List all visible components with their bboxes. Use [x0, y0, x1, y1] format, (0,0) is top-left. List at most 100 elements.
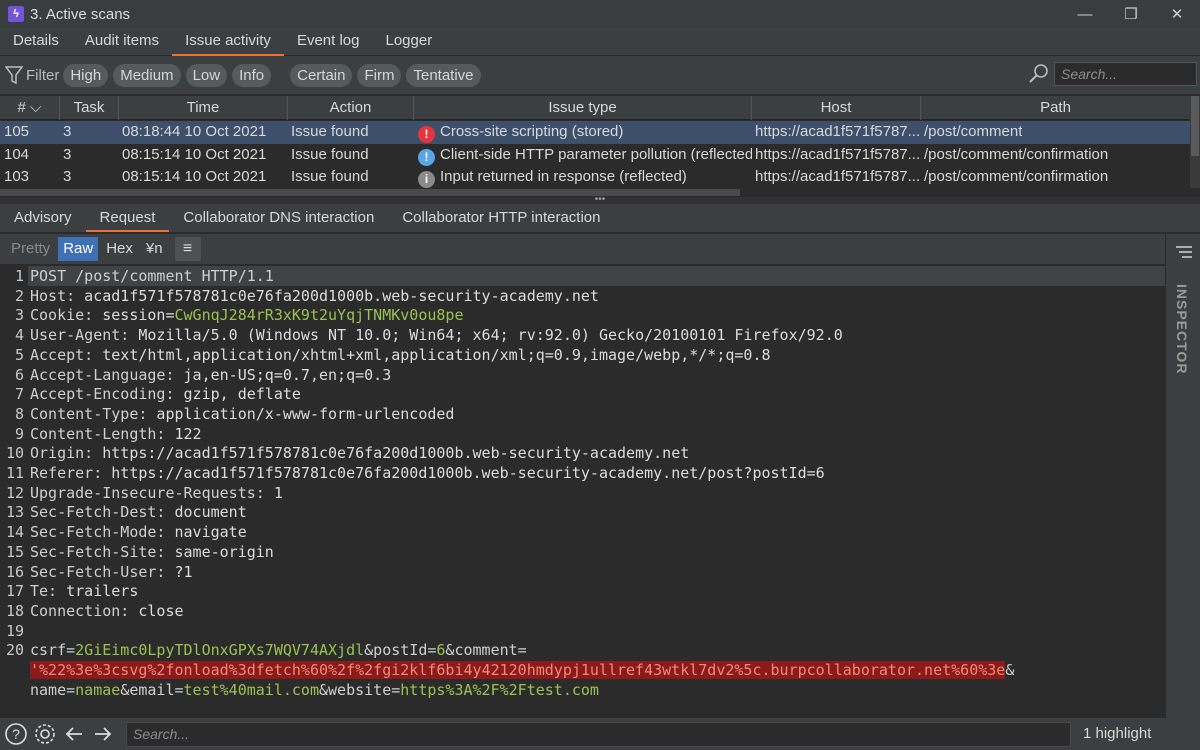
col-path[interactable]: Path [921, 96, 1190, 120]
col-number[interactable]: # ⌵ [0, 96, 60, 120]
header-value: https://acad1f571f578781c0e76fa200d1000b… [93, 444, 690, 463]
param-value: namae [75, 680, 121, 699]
cell-action: Issue found [291, 145, 369, 163]
filter-certain[interactable]: Certain [290, 63, 353, 87]
tab-details[interactable]: Details [0, 28, 72, 56]
inspector-label[interactable]: INSPECTOR [1174, 284, 1190, 374]
cell-path: /post/comment [924, 123, 1023, 140]
header-name: Accept: [30, 345, 94, 364]
param-name: name= [30, 680, 76, 699]
filter-firm[interactable]: Firm [357, 63, 402, 87]
filter-tentative[interactable]: Tentative [406, 63, 481, 87]
tab-event-log[interactable]: Event log [284, 28, 373, 56]
editor-search-input[interactable]: Search... [126, 722, 1071, 747]
highlighted-payload: '%22%3e%3csvg%2fonload%3dfetch%60%2f%2fg… [30, 661, 1006, 679]
filter-label[interactable]: Filter [26, 67, 59, 84]
table-vertical-scrollbar[interactable] [1190, 96, 1200, 188]
issue-search-input[interactable]: Search... [1054, 62, 1197, 86]
cell-number: 103 [4, 168, 30, 185]
col-issue-type[interactable]: Issue type [414, 96, 752, 120]
table-row[interactable]: 104 3 08:15:14 10 Oct 2021 Issue found !… [0, 144, 1190, 167]
col-action[interactable]: Action [288, 96, 414, 120]
tab-issue-activity[interactable]: Issue activity [172, 28, 284, 56]
filter-high[interactable]: High [63, 63, 109, 87]
request-editor[interactable]: 1 POST /post/comment HTTP/1.1 2 Host: acad… [0, 266, 1165, 718]
raw-button[interactable]: Raw [58, 237, 99, 261]
tab-collaborator-http[interactable]: Collaborator HTTP interaction [388, 204, 614, 232]
param-name: &comment= [445, 641, 527, 660]
view-toolbar: Pretty Raw Hex ¥n ≡ [0, 234, 1165, 264]
settings-gear-icon[interactable] [32, 721, 58, 747]
cell-issue-type: Cross-site scripting (stored) [440, 123, 624, 140]
cell-issue-type: Input returned in response (reflected) [440, 168, 687, 185]
table-row[interactable]: 103 3 08:15:14 10 Oct 2021 Issue found i… [0, 166, 1190, 189]
cookie-value: CwGnqJ284rR3xK9t2uYqjTNMKv0ou8pe [174, 306, 464, 325]
issue-table: # ⌵ Task Time Action Issue type Host Pat… [0, 96, 1200, 188]
cookie-name: session= [93, 306, 175, 325]
table-row[interactable]: 105 3 08:18:44 10 Oct 2021 Issue found !… [0, 121, 1190, 144]
split-pane-handle[interactable]: ••• [0, 195, 1200, 205]
param-separator: & [1005, 661, 1015, 679]
severity-info-icon: i [418, 171, 435, 188]
param-name: &website= [319, 680, 401, 699]
header-value: text/html,application/xhtml+xml,applicat… [93, 345, 771, 364]
header-name: Referer: [30, 464, 103, 482]
tab-collaborator-dns[interactable]: Collaborator DNS interaction [169, 204, 388, 232]
back-arrow-icon[interactable] [61, 721, 87, 747]
window-title: 3. Active scans [30, 5, 131, 23]
forward-arrow-icon[interactable] [90, 721, 116, 747]
search-icon [1029, 64, 1048, 83]
cell-number: 104 [4, 145, 30, 163]
header-value: 1 [264, 483, 283, 502]
param-name: &email= [120, 680, 184, 699]
param-name: &postId= [364, 641, 437, 660]
cell-task: 3 [63, 123, 72, 140]
inspector-panel[interactable]: INSPECTOR [1165, 234, 1200, 718]
filter-icon[interactable] [5, 64, 23, 86]
newline-toggle-button[interactable]: ¥n [141, 237, 168, 261]
cell-time: 08:18:44 10 Oct 2021 [122, 123, 267, 140]
header-value: trailers [57, 582, 139, 601]
header-name: Accept-Language: [30, 365, 175, 384]
header-value: application/x-www-form-urlencoded [147, 404, 455, 423]
filter-low[interactable]: Low [185, 63, 228, 87]
cell-action: Issue found [291, 123, 369, 140]
tab-advisory[interactable]: Advisory [0, 204, 86, 232]
restore-button[interactable]: ❐ [1108, 0, 1154, 28]
svg-text:?: ? [12, 726, 20, 742]
filter-info[interactable]: Info [232, 63, 272, 87]
cell-action: Issue found [291, 168, 369, 185]
pretty-button[interactable]: Pretty [6, 237, 55, 261]
help-icon[interactable]: ? [3, 721, 29, 747]
cell-task: 3 [63, 145, 72, 163]
inspector-toggle-icon[interactable] [1174, 244, 1194, 260]
cell-task: 3 [63, 168, 72, 185]
header-value: navigate [165, 523, 247, 542]
minimize-button[interactable]: — [1062, 0, 1108, 28]
tab-request[interactable]: Request [85, 204, 170, 232]
tab-audit-items[interactable]: Audit items [72, 28, 172, 56]
header-value: 122 [165, 424, 202, 443]
burp-app-icon: ϟ [8, 6, 24, 22]
tab-logger[interactable]: Logger [372, 28, 445, 56]
close-button[interactable]: ✕ [1154, 0, 1200, 28]
header-name: Sec-Fetch-User: [30, 562, 166, 581]
header-value: ja,en-US;q=0.7,en;q=0.3 [174, 365, 392, 384]
main-tabs: Details Audit items Issue activity Event… [0, 28, 1200, 56]
severity-high-icon: ! [418, 126, 435, 143]
header-name: Sec-Fetch-Mode: [30, 523, 166, 542]
header-value: document [165, 503, 247, 522]
col-host[interactable]: Host [752, 96, 921, 120]
menu-icon[interactable]: ≡ [174, 237, 201, 261]
title-bar: ϟ 3. Active scans — ❐ ✕ [0, 0, 1200, 28]
cell-path: /post/comment/confirmation [924, 145, 1109, 163]
header-value: Mozilla/5.0 (Windows NT 10.0; Win64; x64… [129, 326, 843, 345]
col-time[interactable]: Time [119, 96, 288, 120]
header-value: same-origin [165, 542, 274, 561]
col-task[interactable]: Task [60, 96, 119, 120]
hex-button[interactable]: Hex [101, 237, 138, 261]
filter-medium[interactable]: Medium [113, 63, 181, 87]
header-value: acad1f571f578781c0e76fa200d1000b.web-sec… [75, 286, 599, 305]
header-name: Sec-Fetch-Dest: [30, 503, 166, 522]
header-name: Te: [30, 582, 58, 601]
